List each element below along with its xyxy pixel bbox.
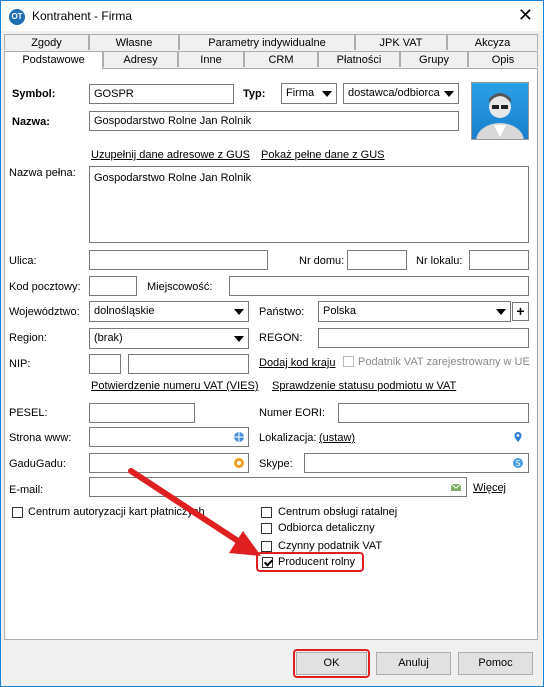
window-title: Kontrahent - Firma <box>32 9 133 23</box>
nr-lokalu-input[interactable] <box>469 250 529 270</box>
typ-label: Typ: <box>243 88 266 100</box>
tab-parametry[interactable]: Parametry indywidualne <box>179 34 355 50</box>
panstwo-label: Państwo: <box>259 306 305 318</box>
miejscowosc-input[interactable] <box>229 276 529 296</box>
producent-rolny-label: Producent rolny <box>278 556 356 568</box>
nr-domu-input[interactable] <box>347 250 407 270</box>
wojewodztwo-label: Województwo: <box>9 306 80 318</box>
wojewodztwo-select[interactable]: dolnośląskie <box>89 301 249 322</box>
tab-inne[interactable]: Inne <box>178 51 244 67</box>
email-label: E-mail: <box>9 484 44 496</box>
ok-button[interactable]: OK <box>296 652 367 675</box>
pesel-label: PESEL: <box>9 407 48 419</box>
regon-label: REGON: <box>259 332 303 344</box>
tab-akcyza[interactable]: Akcyza <box>447 34 538 50</box>
tab-platnosci[interactable]: Płatności <box>318 51 400 67</box>
centrum-ratalne-label: Centrum obsługi ratalnej <box>278 506 398 518</box>
app-icon: OT <box>9 9 25 25</box>
cakp-checkbox[interactable] <box>12 507 23 518</box>
ulica-label: Ulica: <box>9 255 37 267</box>
ustaw-link[interactable]: (ustaw) <box>319 432 355 444</box>
www-label: Strona www: <box>9 432 72 444</box>
map-pin-icon[interactable] <box>512 431 524 443</box>
annotation-arrow-icon <box>128 468 261 556</box>
chevron-down-icon <box>444 91 454 97</box>
kod-pocztowy-label: Kod pocztowy: <box>9 281 81 293</box>
lokalizacja-label: Lokalizacja: <box>259 432 317 444</box>
chevron-down-icon <box>234 309 244 315</box>
tab-podstawowe[interactable]: Podstawowe <box>4 51 103 69</box>
nazwa-pelna-value: Gospodarstwo Rolne Jan Rolnik <box>94 172 252 184</box>
panstwo-select[interactable]: Polska <box>318 301 511 322</box>
nazwa-label: Nazwa: <box>12 116 50 128</box>
gadugadu-label: GaduGadu: <box>9 458 66 470</box>
tab-opis[interactable]: Opis <box>468 51 538 67</box>
region-value: (brak) <box>94 332 123 344</box>
wiecej-link[interactable]: Więcej <box>473 482 506 494</box>
relation-select[interactable]: dostawca/odbiorca <box>343 83 459 104</box>
nazwa-pelna-label: Nazwa pełna: <box>9 167 76 179</box>
globe-icon[interactable] <box>233 431 245 443</box>
tab-adresy[interactable]: Adresy <box>103 51 178 67</box>
nr-domu-label: Nr domu: <box>299 255 345 267</box>
nazwa-pelna-textarea[interactable]: Gospodarstwo Rolne Jan Rolnik <box>89 166 529 243</box>
tab-wlasne[interactable]: Własne <box>89 34 179 50</box>
wojewodztwo-value: dolnośląskie <box>94 305 155 317</box>
tab-zgody[interactable]: Zgody <box>4 34 89 50</box>
help-button[interactable]: Pomoc <box>458 652 533 675</box>
nr-lokalu-label: Nr lokalu: <box>416 255 463 267</box>
region-select[interactable]: (brak) <box>89 328 249 349</box>
email-send-icon[interactable] <box>450 481 462 493</box>
ulica-input[interactable] <box>89 250 268 270</box>
skype-input[interactable] <box>304 453 529 473</box>
svg-text:S: S <box>516 459 521 468</box>
nazwa-input[interactable]: Gospodarstwo Rolne Jan Rolnik <box>89 111 459 131</box>
add-country-button[interactable]: + <box>512 302 529 321</box>
pesel-input[interactable] <box>89 403 195 423</box>
symbol-label: Symbol: <box>12 88 56 100</box>
avatar[interactable] <box>471 82 529 140</box>
typ-select[interactable]: Firma <box>281 83 337 104</box>
tab-grupy[interactable]: Grupy <box>400 51 468 67</box>
www-input[interactable] <box>89 427 249 447</box>
miejscowosc-label: Miejscowość: <box>147 281 213 293</box>
regon-input[interactable] <box>318 328 529 348</box>
relation-select-value: dostawca/odbiorca <box>348 87 440 99</box>
gus-fill-link[interactable]: Uzupełnij dane adresowe z GUS <box>91 149 250 161</box>
eori-input[interactable] <box>338 403 529 423</box>
nip-prefix-input[interactable] <box>89 354 121 374</box>
symbol-input[interactable]: GOSPR <box>89 84 234 104</box>
tab-jpk-vat[interactable]: JPK VAT <box>355 34 447 50</box>
typ-select-value: Firma <box>286 87 315 99</box>
kod-pocztowy-input[interactable] <box>89 276 137 296</box>
vat-ue-checkbox[interactable] <box>343 356 354 367</box>
eori-label: Numer EORI: <box>259 407 326 419</box>
title-bar: OT Kontrahent - Firma ✕ <box>1 1 543 31</box>
tab-crm[interactable]: CRM <box>244 51 318 67</box>
dodaj-kod-kraju-link[interactable]: Dodaj kod kraju <box>259 357 335 369</box>
close-icon[interactable]: ✕ <box>518 5 533 25</box>
nip-input[interactable] <box>128 354 249 374</box>
czynny-vat-label: Czynny podatnik VAT <box>278 540 383 552</box>
cancel-button[interactable]: Anuluj <box>376 652 451 675</box>
vies-link[interactable]: Potwierdzenie numeru VAT (VIES) <box>91 380 259 392</box>
vat-ue-label: Podatnik VAT zarejestrowany w UE <box>358 356 530 368</box>
panstwo-value: Polska <box>323 305 357 317</box>
skype-icon[interactable]: S <box>512 457 524 469</box>
chevron-down-icon <box>322 91 332 97</box>
region-label: Region: <box>9 332 47 344</box>
nip-label: NIP: <box>9 358 31 370</box>
gus-show-link[interactable]: Pokaż pełne dane z GUS <box>261 149 385 161</box>
vat-status-link[interactable]: Sprawdzenie statusu podmiotu w VAT <box>272 380 456 392</box>
person-icon <box>476 93 524 139</box>
chevron-down-icon <box>496 309 506 315</box>
odbiorca-detaliczny-label: Odbiorca detaliczny <box>278 522 375 534</box>
chevron-down-icon <box>234 336 244 342</box>
